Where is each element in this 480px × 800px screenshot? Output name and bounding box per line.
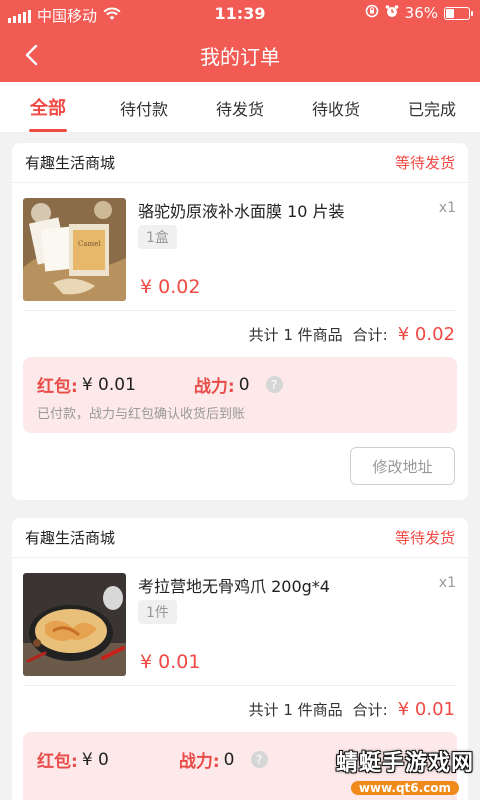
order-total: 共计 1 件商品 合计: ¥ 0.01 bbox=[12, 686, 468, 732]
watermark-url: www.qt6.com bbox=[350, 781, 460, 795]
product-price: ¥ 0.02 bbox=[140, 276, 201, 298]
red-packet-label: 红包: bbox=[37, 377, 78, 397]
help-icon[interactable]: ? bbox=[265, 376, 283, 393]
order-header: 有趣生活商城 等待发货 bbox=[12, 518, 468, 558]
total-label: 合计: bbox=[352, 325, 388, 344]
reward-note: 已付款，战力与红包确认收货后到账 bbox=[37, 407, 246, 422]
order-card[interactable]: 有趣生活商城 等待发货 Camel 骆驼奶原液补水面膜 10 片装 x1 1盒 … bbox=[12, 143, 468, 500]
reward-box: 红包: ¥ 0.01 战力: 0 ? 已付款，战力与红包确认收货后到账 bbox=[23, 357, 457, 433]
battery-percent: 36% bbox=[404, 4, 438, 22]
battery-icon bbox=[444, 6, 473, 20]
watermark: 蜻蜓手游戏网 www.qt6.com bbox=[336, 745, 474, 796]
action-row: 修改地址 bbox=[12, 433, 468, 491]
page-title: 我的订单 bbox=[200, 45, 280, 69]
order-status: 等待发货 bbox=[394, 154, 455, 172]
item-count: 共计 1 件商品 bbox=[248, 700, 343, 719]
nav-bar: 我的订单 bbox=[0, 28, 480, 82]
total-amount: ¥ 0.01 bbox=[397, 698, 455, 720]
reward-line: 红包: ¥ 0.01 战力: 0 ? bbox=[37, 372, 283, 397]
product-price: ¥ 0.01 bbox=[140, 651, 201, 673]
tab-pending-payment[interactable]: 待付款 bbox=[96, 82, 192, 132]
status-right: 36% bbox=[365, 4, 473, 22]
svg-text:Camel: Camel bbox=[78, 240, 101, 248]
tab-completed[interactable]: 已完成 bbox=[384, 82, 480, 132]
power-value: 0 bbox=[238, 374, 250, 395]
tab-pending-receipt[interactable]: 待收货 bbox=[288, 82, 384, 132]
lock-rotation-icon bbox=[365, 4, 379, 22]
product-name[interactable]: 考拉营地无骨鸡爪 200g*4 bbox=[138, 573, 330, 597]
shop-name[interactable]: 有趣生活商城 bbox=[25, 527, 115, 548]
power-label: 战力: bbox=[178, 752, 220, 772]
power-value: 0 bbox=[223, 749, 235, 770]
status-bar: 中国移动 11:39 36% bbox=[0, 0, 480, 28]
product-image[interactable] bbox=[23, 573, 126, 676]
order-tabs: 全部 待付款 待发货 待收货 已完成 bbox=[0, 82, 480, 132]
product-spec: 1件 bbox=[138, 600, 177, 624]
total-label: 合计: bbox=[352, 700, 388, 719]
alarm-icon bbox=[385, 4, 399, 22]
power-label: 战力: bbox=[193, 377, 235, 397]
tab-all[interactable]: 全部 bbox=[0, 82, 96, 132]
watermark-title: 蜻蜓手游戏网 bbox=[335, 751, 474, 776]
item-count: 共计 1 件商品 bbox=[248, 325, 343, 344]
product-row[interactable]: Camel 骆驼奶原液补水面膜 10 片装 x1 1盒 ¥ 0.02 bbox=[23, 183, 456, 311]
product-quantity: x1 bbox=[438, 200, 456, 216]
order-header: 有趣生活商城 等待发货 bbox=[12, 143, 468, 183]
shop-name[interactable]: 有趣生活商城 bbox=[25, 152, 115, 173]
product-image[interactable]: Camel bbox=[23, 198, 126, 301]
red-packet-value: ¥ 0 bbox=[81, 749, 109, 770]
help-icon[interactable]: ? bbox=[250, 751, 268, 768]
reward-line: 红包: ¥ 0 战力: 0 ? bbox=[37, 747, 268, 772]
order-status: 等待发货 bbox=[394, 529, 455, 547]
tab-pending-shipment[interactable]: 待发货 bbox=[192, 82, 288, 132]
modify-address-button[interactable]: 修改地址 bbox=[350, 447, 455, 485]
red-packet-value: ¥ 0.01 bbox=[81, 374, 136, 395]
battery-level bbox=[446, 8, 454, 18]
product-name[interactable]: 骆驼奶原液补水面膜 10 片装 bbox=[138, 198, 345, 222]
product-row[interactable]: 考拉营地无骨鸡爪 200g*4 x1 1件 ¥ 0.01 bbox=[23, 558, 456, 686]
product-spec: 1盒 bbox=[138, 225, 177, 249]
order-total: 共计 1 件商品 合计: ¥ 0.02 bbox=[12, 311, 468, 357]
product-quantity: x1 bbox=[438, 575, 456, 591]
total-amount: ¥ 0.02 bbox=[397, 323, 455, 345]
red-packet-label: 红包: bbox=[37, 752, 78, 772]
